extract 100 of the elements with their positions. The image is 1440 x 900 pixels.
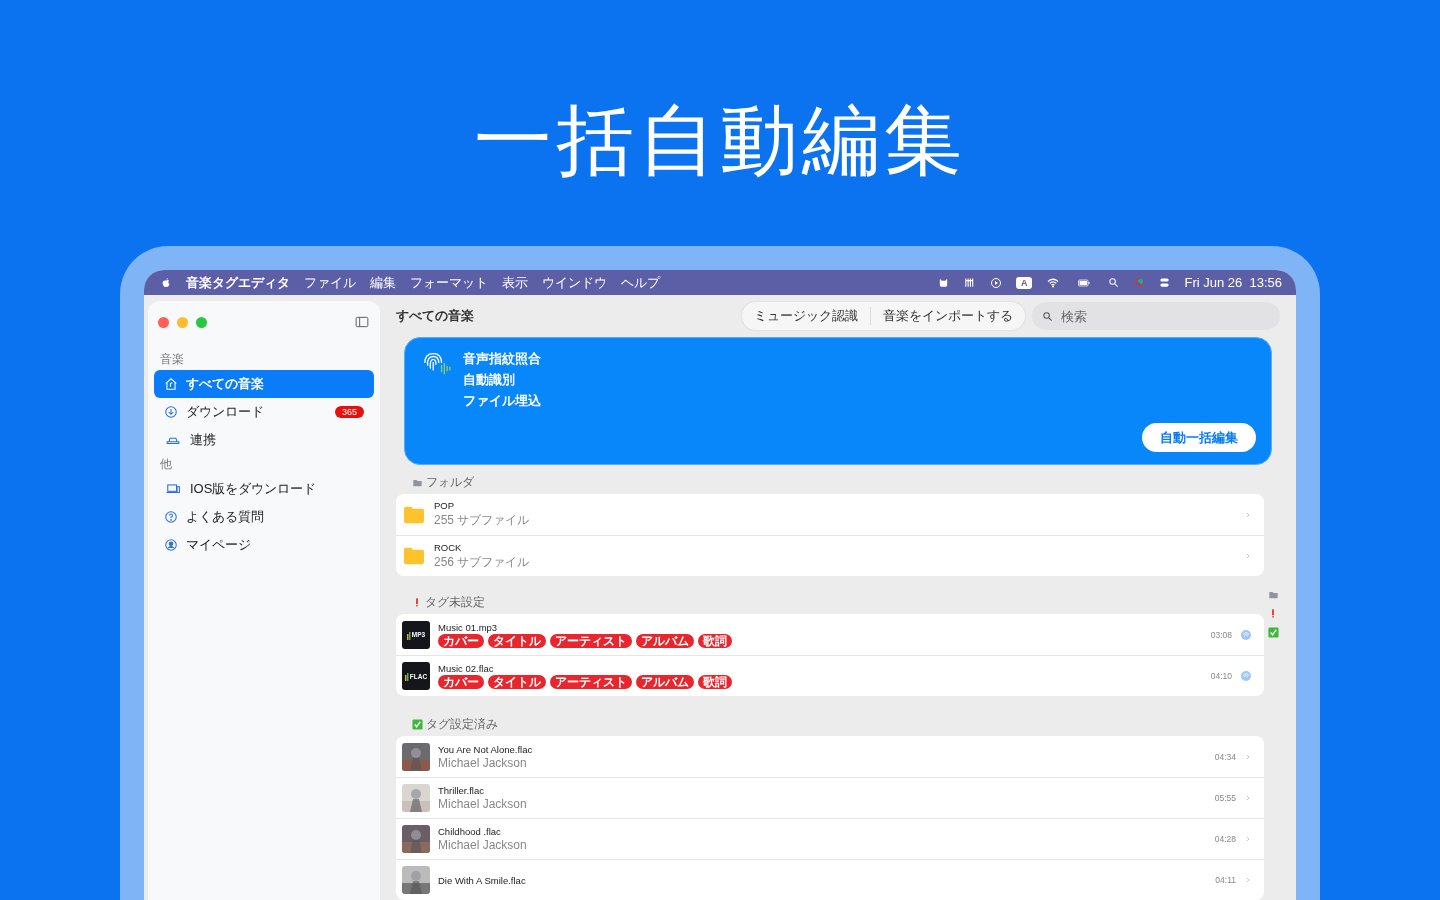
checkmark-icon bbox=[412, 719, 423, 730]
chevron-icon bbox=[1244, 875, 1252, 885]
missing-tag: 歌詞 bbox=[698, 675, 732, 689]
track-duration: 03:08 bbox=[1210, 629, 1232, 640]
missing-tag: アーティスト bbox=[550, 633, 632, 648]
wifi-icon bbox=[1046, 276, 1061, 289]
person-icon bbox=[164, 538, 178, 552]
folder-icon bbox=[412, 477, 423, 488]
missing-tag: カバー bbox=[438, 633, 484, 648]
missing-tag: カバー bbox=[438, 675, 484, 689]
search-input[interactable]: 検索 bbox=[1059, 307, 1243, 325]
track-row[interactable]: You Are Not Alone.flac Michael Jackson 04:34 bbox=[396, 736, 1264, 777]
toolbar-button[interactable]: ミュージック認識 bbox=[742, 307, 870, 325]
track-duration: 04:11 bbox=[1215, 875, 1236, 885]
toolbar-button[interactable]: 音楽をインポートする bbox=[870, 307, 1025, 325]
home-icon bbox=[164, 377, 178, 391]
track-name: Music 02.flac bbox=[438, 663, 495, 674]
track-name: Thriller.flac bbox=[438, 785, 485, 796]
chevron-icon bbox=[1244, 834, 1252, 844]
track-row[interactable]: Thriller.flac Michael Jackson 05:55 bbox=[396, 777, 1264, 818]
apple-icon bbox=[160, 276, 172, 289]
banner-line: 音声指紋照合 bbox=[463, 350, 541, 367]
sidebar-item[interactable]: ダウンロード 365 bbox=[154, 398, 374, 426]
chevron-icon bbox=[1244, 551, 1252, 561]
track-artist: Michael Jackson bbox=[438, 755, 528, 770]
sidebar-item[interactable]: IOS版をダウンロード bbox=[154, 475, 374, 503]
missing-tag: アルバム bbox=[636, 675, 694, 689]
download-icon bbox=[164, 405, 178, 419]
banner-line: 自動識別 bbox=[463, 371, 516, 388]
menu-item[interactable]: ウインドウ bbox=[542, 273, 607, 292]
track-artist: Michael Jackson bbox=[438, 797, 528, 811]
track-name: Childhood .flac bbox=[438, 826, 502, 837]
track-duration: 05:55 bbox=[1214, 793, 1236, 803]
folder-subtitle: 256 サブファイル bbox=[434, 553, 531, 571]
page-title: すべての音楽 bbox=[396, 307, 474, 325]
sidebar-label: IOS版をダウンロード bbox=[190, 480, 317, 498]
sidebar-item[interactable]: よくある質問 bbox=[154, 503, 374, 531]
missing-tag: アーティスト bbox=[550, 675, 632, 689]
count-badge: 365 bbox=[334, 406, 364, 418]
level-bars-icon bbox=[406, 629, 411, 640]
sidebar-item[interactable]: マイページ bbox=[154, 531, 374, 559]
auto-edit-button[interactable]: 自動一括編集 bbox=[1142, 423, 1256, 452]
missing-tag: アルバム bbox=[636, 633, 694, 648]
headline: 一括自動編集 bbox=[474, 95, 966, 186]
sidebar-label: マイページ bbox=[186, 536, 251, 554]
missing-tag: タイトル bbox=[488, 633, 546, 648]
section-label: フォルダ bbox=[426, 474, 474, 491]
banner-line: ファイル埋込 bbox=[463, 392, 541, 409]
chevron-icon bbox=[1244, 793, 1252, 803]
checkmark-icon bbox=[1267, 627, 1279, 638]
sidebar-item[interactable]: 連携 bbox=[154, 426, 374, 454]
app-menu[interactable]: 音楽タグエディタ bbox=[186, 273, 290, 292]
menu-item[interactable]: 編集 bbox=[370, 273, 396, 292]
search-field[interactable]: 検索 bbox=[1032, 302, 1280, 330]
menu-item[interactable]: ヘルプ bbox=[621, 273, 660, 292]
close-button[interactable] bbox=[158, 316, 169, 328]
sidebar-label: ダウンロード bbox=[186, 403, 264, 421]
folder-subtitle: 255 サブファイル bbox=[434, 512, 531, 529]
sidebar-label: よくある質問 bbox=[186, 508, 264, 526]
menu-item[interactable]: ファイル bbox=[304, 273, 356, 292]
recognize-icon bbox=[1240, 670, 1252, 682]
folder-name: POP bbox=[434, 500, 456, 511]
menu-item[interactable]: 表示 bbox=[502, 273, 528, 292]
menu-item[interactable]: フォーマット bbox=[410, 273, 488, 292]
track-duration: 04:34 bbox=[1214, 751, 1236, 762]
track-artist: Michael Jackson bbox=[438, 838, 528, 852]
track-duration: 04:28 bbox=[1214, 834, 1236, 844]
section-title: 他 bbox=[159, 456, 173, 473]
toggles-icon bbox=[1159, 277, 1171, 288]
sidebar-toggle-icon bbox=[354, 315, 370, 329]
track-name: Die With A Smile.flac bbox=[438, 874, 527, 886]
section-label: タグ設定済み bbox=[426, 716, 498, 733]
play-icon bbox=[989, 276, 1002, 289]
folder-icon bbox=[402, 546, 426, 566]
folder-icon bbox=[1267, 590, 1279, 600]
sidebar-label: すべての音楽 bbox=[186, 375, 264, 393]
track-name: You Are Not Alone.flac bbox=[438, 743, 534, 755]
recognize-icon bbox=[1240, 628, 1252, 641]
section-title: 音楽 bbox=[159, 351, 185, 368]
menu-clock[interactable]: Fri Jun 26 13:56 bbox=[1184, 275, 1282, 290]
folder-row[interactable]: ROCK 256 サブファイル bbox=[396, 535, 1264, 576]
track-name: Music 01.mp3 bbox=[438, 621, 499, 633]
track-row[interactable]: Die With A Smile.flac 04:11 bbox=[396, 859, 1264, 900]
search-icon bbox=[1042, 310, 1053, 322]
minimize-button[interactable] bbox=[177, 316, 188, 328]
laptop-icon bbox=[164, 482, 182, 496]
input-source-indicator[interactable]: A bbox=[1015, 276, 1033, 289]
folder-name: ROCK bbox=[434, 541, 463, 553]
level-bars-icon bbox=[404, 671, 409, 681]
folder-icon bbox=[402, 504, 426, 525]
track-duration: 04:10 bbox=[1210, 671, 1232, 681]
color-orb-icon bbox=[1133, 276, 1146, 289]
folder-row[interactable]: POP 255 サブファイル bbox=[396, 494, 1264, 535]
search-icon bbox=[1108, 277, 1120, 288]
zoom-button[interactable] bbox=[196, 316, 207, 328]
missing-tag: 歌詞 bbox=[698, 633, 732, 648]
sidebar-item[interactable]: すべての音楽 bbox=[154, 370, 374, 398]
missing-tag: タイトル bbox=[488, 675, 546, 689]
cat-icon bbox=[937, 277, 949, 288]
track-row[interactable]: Childhood .flac Michael Jackson 04:28 bbox=[396, 818, 1264, 859]
